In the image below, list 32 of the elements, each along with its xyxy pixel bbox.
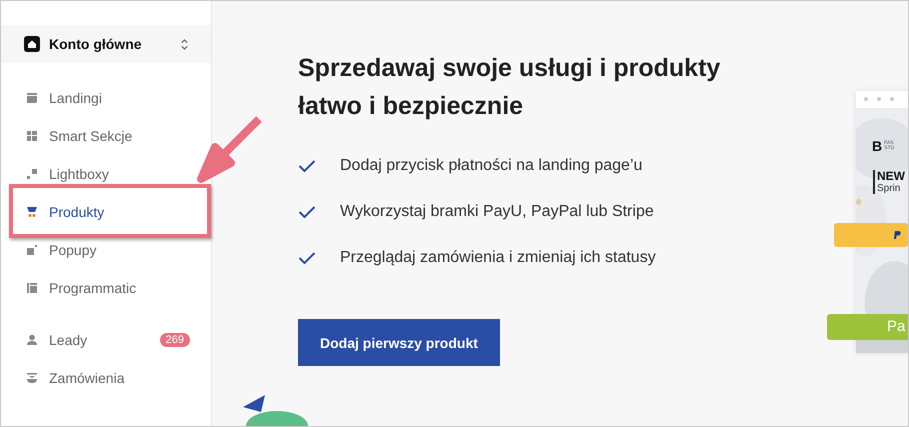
tray-icon [26,372,38,384]
lightbox-icon [26,168,38,180]
paypal-icon [894,230,901,240]
decoration-drawing [243,395,310,426]
sidebar-item[interactable]: Smart Sekcje [1,117,154,155]
check-icon [298,159,316,173]
check-icon [298,251,316,265]
feature-text: Dodaj przycisk płatności na landing page’u [340,157,642,175]
popup-icon [26,244,38,256]
landing-icon [26,92,38,104]
program-icon [26,282,38,294]
page-heading: Sprzedawaj swoje usługi i produkty łatwo i bezpiecznie [298,53,722,122]
feature-text: Przeglądaj zamówienia i zmieniaj ich statusy [340,249,656,267]
account-switcher[interactable]: Konto główne [1,25,211,63]
chevron-updown-icon [180,38,189,50]
grid-icon [26,130,38,142]
add-product-button[interactable]: Dodaj pierwszy produkt [298,319,500,366]
sidebar-item[interactable]: Leady 269 [1,321,211,359]
feature-text: Wykorzystaj bramki PayU, PayPal lub Stripe [340,203,654,221]
preview-headline: NEW [877,170,905,183]
count-badge: 269 [160,333,190,347]
sidebar-item[interactable]: Popupy [1,231,118,269]
check-icon [298,205,316,219]
sidebar-item[interactable]: Zamówienia [1,359,211,397]
sidebar-item[interactable]: Landingi [1,79,123,117]
logo-letter: B [872,138,882,154]
person-icon [26,334,38,346]
preview-subline: Sprin [877,183,902,194]
product-icon [26,206,38,218]
sidebar-item[interactable]: Lightboxy [1,155,130,193]
home-icon [24,36,40,52]
sidebar-item[interactable]: Programmatic [1,269,158,307]
